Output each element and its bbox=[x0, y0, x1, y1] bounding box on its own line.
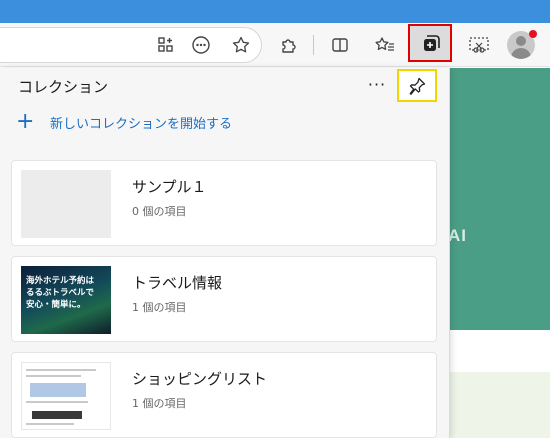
background-hero-text: AI bbox=[448, 226, 467, 245]
split-screen-icon[interactable] bbox=[325, 30, 355, 60]
collection-item-count: 0 個の項目 bbox=[132, 205, 187, 218]
title-bar bbox=[0, 0, 550, 23]
toolbar-divider bbox=[313, 35, 314, 55]
extensions-icon[interactable] bbox=[274, 30, 304, 60]
collection-thumbnail bbox=[21, 362, 111, 430]
apps-icon[interactable] bbox=[151, 30, 181, 60]
collection-card[interactable]: ショッピングリスト 1 個の項目 bbox=[11, 352, 437, 438]
collection-name: サンプル１ bbox=[132, 178, 207, 196]
notification-badge bbox=[529, 30, 537, 38]
new-collection-button[interactable]: + 新しいコレクションを開始する bbox=[16, 110, 232, 134]
reading-more-icon[interactable] bbox=[186, 30, 216, 60]
collection-item-count: 1 個の項目 bbox=[132, 301, 187, 314]
collection-card[interactable]: 海外ホテル予約は るるぶトラベルで 安心・簡単に。 トラベル情報 1 個の項目 bbox=[11, 256, 437, 342]
collection-item-count: 1 個の項目 bbox=[132, 397, 187, 410]
collection-thumbnail bbox=[21, 170, 111, 238]
pin-panel-button[interactable] bbox=[397, 69, 437, 102]
screenshot-icon[interactable] bbox=[464, 30, 494, 60]
panel-title: コレクション bbox=[18, 78, 109, 96]
collection-thumbnail: 海外ホテル予約は るるぶトラベルで 安心・簡単に。 bbox=[21, 266, 111, 334]
collection-card[interactable]: サンプル１ 0 個の項目 bbox=[11, 160, 437, 246]
favorite-star-icon[interactable] bbox=[226, 30, 256, 60]
collections-button-highlight[interactable] bbox=[408, 24, 452, 62]
thumbnail-caption: 海外ホテル予約は るるぶトラベルで 安心・簡単に。 bbox=[26, 276, 95, 310]
collection-name: トラベル情報 bbox=[132, 274, 223, 292]
background-hero-banner bbox=[450, 68, 550, 330]
address-bar[interactable] bbox=[0, 27, 262, 63]
collections-icon[interactable] bbox=[417, 28, 447, 58]
pin-icon bbox=[409, 77, 426, 95]
new-collection-label: 新しいコレクションを開始する bbox=[50, 116, 233, 132]
plus-icon: + bbox=[16, 109, 35, 134]
more-options-button[interactable]: ··· bbox=[366, 74, 388, 94]
collection-name: ショッピングリスト bbox=[132, 370, 268, 388]
favorites-list-icon[interactable] bbox=[370, 30, 400, 60]
background-footer-strip bbox=[450, 372, 550, 438]
